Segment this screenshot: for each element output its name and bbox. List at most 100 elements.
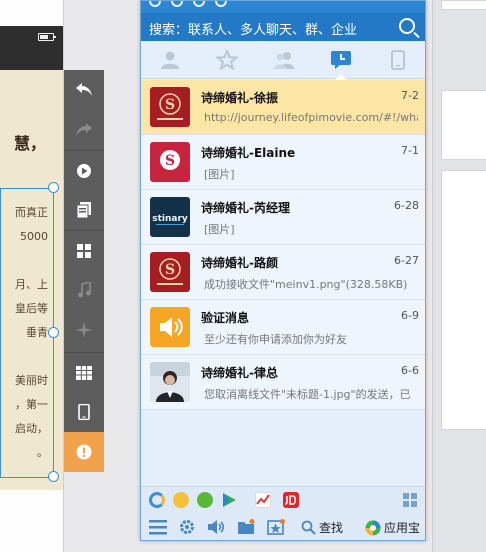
avatar-shidi-logo: S (150, 87, 190, 127)
session-list: S 诗缔婚礼-徐振 7-2 http://journey.lifeofpimov… (141, 80, 425, 410)
session-row[interactable]: 验证消息 6-9 至少还有你申请添加你为好友 (141, 300, 425, 355)
game-icon[interactable] (197, 492, 213, 508)
undo-icon (76, 83, 92, 96)
avatar-stinary-logo: stinary (150, 197, 190, 237)
svg-text:S: S (165, 262, 175, 278)
appstore-label: 应用宝 (384, 521, 421, 535)
session-row[interactable]: S 诗缔婚礼-徐振 7-2 http://journey.lifeofpimov… (141, 80, 425, 135)
effects-button[interactable] (64, 310, 104, 350)
status-icon[interactable] (149, 1, 161, 7)
search-icon[interactable] (399, 18, 415, 34)
session-name: 诗缔婚礼-Elaine (201, 146, 296, 160)
pages-icon (77, 202, 91, 218)
background-panel (441, 90, 486, 160)
pages-button[interactable] (64, 190, 104, 230)
stock-chart-icon[interactable] (255, 492, 271, 508)
svg-text:stinary: stinary (152, 214, 188, 224)
selection-frame[interactable] (0, 188, 54, 478)
session-row[interactable]: S 诗缔婚礼-Elaine 7-1 [图片] (141, 135, 425, 190)
background-panel (441, 0, 486, 10)
session-row[interactable]: stinary 诗缔婚礼-芮经理 6-28 [图片] (141, 190, 425, 245)
mobile-icon (78, 404, 90, 420)
phone-preview: 慧， 而真正 5000 月、上 皇后等 垂青 美丽时 ，第一 启动， 。 (0, 0, 64, 552)
person-icon[interactable] (193, 1, 205, 7)
session-date: 6-28 (394, 199, 419, 212)
favorites-box-icon[interactable] (267, 519, 285, 535)
sparkle-icon (76, 322, 92, 338)
appstore-icon (365, 520, 381, 535)
resize-handle[interactable] (48, 182, 59, 193)
session-name: 诗缔婚礼-路颜 (201, 256, 278, 270)
play-icon (77, 163, 91, 178)
speaker-icon (150, 307, 190, 347)
session-preview: [图片] (204, 168, 235, 181)
avatar-shidi-logo: S (150, 252, 190, 292)
chat-clock-icon (330, 51, 351, 69)
tab-recent[interactable] (312, 41, 369, 80)
warning-icon (76, 444, 92, 460)
table-icon (76, 365, 92, 380)
qq-penguin-icon[interactable] (173, 492, 189, 508)
grid-icon (77, 243, 91, 258)
qq-header: 搜索：联系人、多人聊天、群、企业 (141, 1, 425, 41)
background-window (432, 0, 486, 552)
phone-status-bar (0, 26, 63, 70)
session-row[interactable]: S 诗缔婚礼-路颜 6-27 成功接收文件"meinv1.png"(328.58… (141, 245, 425, 300)
session-date: 7-1 (401, 144, 419, 157)
qzone-icon[interactable] (215, 1, 227, 7)
session-preview: 成功接收文件"meinv1.png"(328.58KB) (204, 278, 408, 291)
mail-icon[interactable] (171, 1, 183, 7)
tab-devices[interactable] (369, 41, 425, 79)
apps-grid-icon[interactable] (403, 493, 417, 507)
layout-button[interactable] (64, 230, 104, 270)
phone-icon (390, 50, 405, 70)
session-preview: 您取消离线文件"未标题-1.jpg"的发送，已 (204, 388, 411, 401)
resize-handle[interactable] (48, 471, 59, 482)
appstore-button[interactable]: 应用宝 (365, 519, 420, 536)
session-preview: 至少还有你申请添加你为好友 (204, 333, 347, 346)
jd-icon[interactable] (283, 492, 299, 508)
svg-text:S: S (165, 97, 175, 113)
redo-icon (76, 123, 92, 136)
folder-icon[interactable] (237, 519, 255, 535)
resize-handle[interactable] (48, 327, 59, 338)
browser-icon[interactable] (149, 492, 165, 508)
person-icon (160, 51, 179, 69)
app-shortcut-bar (141, 486, 425, 512)
device-button[interactable] (64, 392, 104, 432)
find-button[interactable]: 查找 (301, 519, 343, 536)
preview-button[interactable] (64, 150, 104, 190)
session-date: 6-9 (401, 309, 419, 322)
redo-button[interactable] (64, 110, 104, 150)
volume-icon[interactable] (207, 519, 225, 535)
main-tabs (141, 41, 425, 80)
tab-favorites[interactable] (198, 41, 255, 79)
session-name: 验证消息 (201, 311, 250, 325)
search-bar[interactable]: 搜索：联系人、多人聊天、群、企业 (141, 13, 425, 41)
battery-icon (38, 33, 56, 41)
menu-icon[interactable] (149, 519, 167, 535)
group-icon (273, 52, 294, 69)
table-button[interactable] (64, 352, 104, 392)
music-button[interactable] (64, 270, 104, 310)
session-date: 6-6 (401, 364, 419, 377)
session-date: 6-27 (394, 254, 419, 267)
video-play-icon[interactable] (221, 492, 237, 508)
session-row[interactable]: 诗缔婚礼-律总 6-6 您取消离线文件"未标题-1.jpg"的发送，已 (141, 355, 425, 410)
session-date: 7-2 (401, 89, 419, 102)
bottom-toolbar: 查找 应用宝 (141, 512, 425, 540)
star-icon (215, 50, 238, 70)
tab-contacts[interactable] (141, 41, 198, 79)
session-name: 诗缔婚礼-芮经理 (201, 201, 290, 215)
avatar-person-photo (150, 362, 190, 402)
tab-groups[interactable] (255, 41, 312, 79)
undo-button[interactable] (64, 70, 104, 110)
page-heading: 慧， (14, 134, 47, 153)
search-input[interactable]: 搜索：联系人、多人聊天、群、企业 (149, 19, 357, 38)
avatar-shidi-s-logo: S (150, 142, 190, 182)
alert-button[interactable] (64, 432, 104, 472)
find-label: 查找 (319, 521, 344, 535)
editor-toolbar (64, 70, 104, 472)
gear-icon[interactable] (179, 519, 195, 535)
avatar-speaker (150, 307, 190, 347)
